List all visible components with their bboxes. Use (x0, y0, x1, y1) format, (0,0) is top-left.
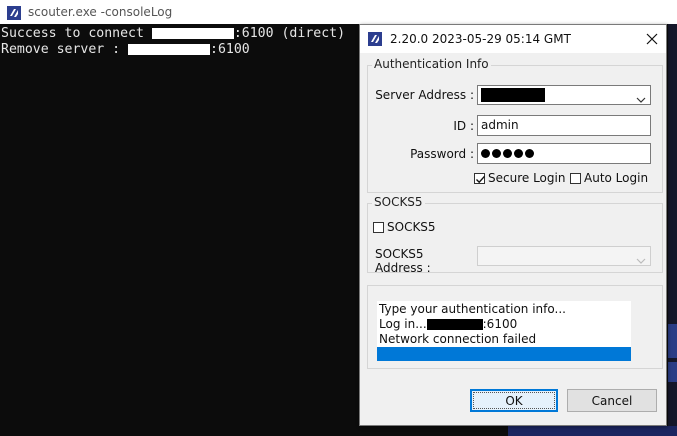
secure-login-label: Secure Login (488, 171, 566, 185)
background-window-edge (668, 24, 677, 436)
console-line-text: Remove server : (1, 42, 129, 57)
login-dialog: 2.20.0 2023-05-29 05:14 GMT Authenticati… (359, 24, 667, 426)
socks5-checkbox-label: SOCKS5 (387, 220, 436, 234)
redacted-address (151, 27, 234, 39)
checkbox-box[interactable] (570, 172, 581, 184)
password-field[interactable] (477, 143, 651, 164)
socks5-checkbox[interactable]: SOCKS5 (373, 220, 436, 234)
password-label: Password : (410, 147, 474, 161)
server-address-combo[interactable] (477, 85, 651, 105)
auto-login-checkbox[interactable]: Auto Login (570, 171, 648, 185)
id-label: ID : (453, 119, 474, 133)
redacted-address (426, 319, 483, 330)
status-log-list[interactable]: Type your authentication info... Log in.… (377, 301, 631, 361)
secure-login-checkbox[interactable]: Secure Login (474, 171, 565, 185)
dialog-title: 2.20.0 2023-05-29 05:14 GMT (390, 32, 571, 46)
background-window-edge (508, 426, 677, 436)
log-line: Network connection failed (379, 332, 537, 346)
console-line-text: :6100 (direct) (233, 26, 346, 41)
scouter-app-icon (368, 31, 382, 46)
id-field[interactable]: admin (477, 115, 651, 136)
password-mask-dot (503, 149, 512, 158)
console-line: Remove server : :6100 (1, 42, 250, 58)
close-icon[interactable] (644, 31, 660, 47)
background-block (668, 324, 677, 358)
auto-login-label: Auto Login (584, 171, 649, 185)
console-line-text: :6100 (210, 42, 250, 57)
selected-log-row[interactable] (377, 347, 631, 361)
socks5-address-label: SOCKS5 Address : (375, 247, 431, 275)
cancel-button[interactable]: Cancel (567, 389, 657, 412)
password-mask-dot (525, 149, 534, 158)
server-address-label: Server Address : (375, 88, 474, 102)
checkbox-box[interactable] (373, 221, 384, 233)
background-block (668, 362, 677, 382)
ok-button[interactable]: OK (470, 389, 558, 412)
log-line: Type your authentication info... (379, 302, 566, 316)
dialog-titlebar: 2.20.0 2023-05-29 05:14 GMT (360, 25, 666, 53)
log-line-text: Log in... (379, 317, 427, 331)
socks5-group-legend: SOCKS5 (372, 195, 425, 209)
console-line: Success to connect :6100 (direct) (1, 26, 345, 42)
console-line-text: Success to connect (1, 26, 152, 41)
chevron-down-icon (636, 251, 646, 264)
console-window-title: scouter.exe -consoleLog (28, 5, 173, 19)
redacted-address (128, 43, 211, 55)
console-titlebar: scouter.exe -consoleLog (0, 0, 677, 24)
socks5-address-combo[interactable] (477, 246, 651, 266)
password-mask-dot (481, 149, 490, 158)
scouter-app-icon (7, 5, 21, 20)
redacted-address (481, 88, 545, 102)
chevron-down-icon[interactable] (636, 90, 646, 103)
checkbox-box[interactable] (474, 172, 486, 184)
log-scrollbar[interactable] (631, 301, 643, 361)
password-mask-dot (492, 149, 501, 158)
auth-group-legend: Authentication Info (372, 57, 491, 71)
log-line: Log in... :6100 (379, 317, 517, 331)
password-mask-dot (514, 149, 523, 158)
log-line-text: :6100 (482, 317, 518, 331)
